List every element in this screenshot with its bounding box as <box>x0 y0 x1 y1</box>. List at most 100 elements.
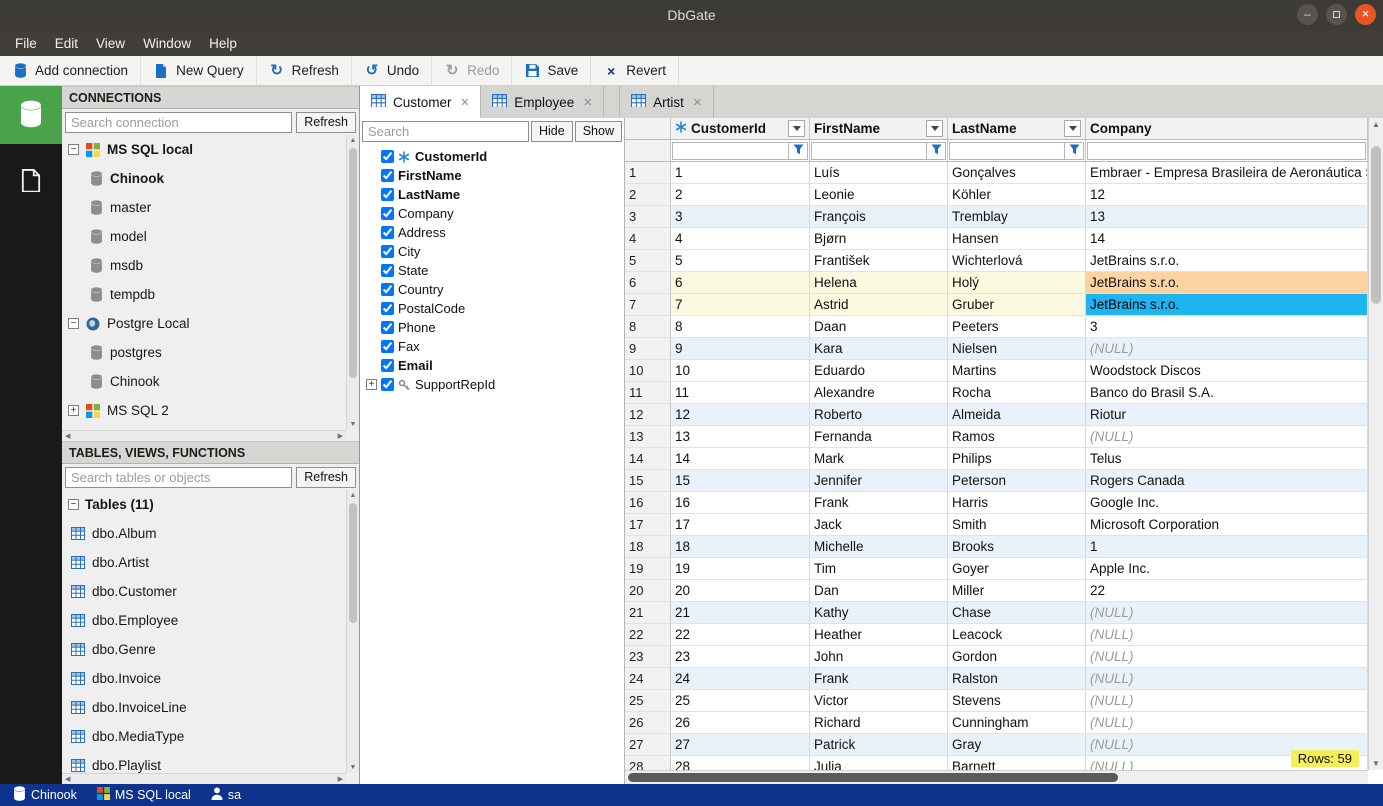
connection-item-ms-sql-2[interactable]: + MS SQL 2 <box>62 396 346 425</box>
scroll-left-icon[interactable]: ◀ <box>65 432 70 440</box>
table-item-dbo-artist[interactable]: dbo.Artist <box>62 548 346 577</box>
grid-cell[interactable]: 22 <box>1086 580 1368 601</box>
toolbar-new-query-button[interactable]: New Query <box>141 56 257 85</box>
grid-cell[interactable]: Leacock <box>948 624 1086 645</box>
grid-cell[interactable]: 8 <box>671 316 810 337</box>
scroll-right-icon[interactable]: ▶ <box>338 432 343 440</box>
grid-cell[interactable]: 10 <box>671 360 810 381</box>
grid-cell[interactable]: 4 <box>671 228 810 249</box>
grid-column-header-company[interactable]: Company <box>1086 118 1368 139</box>
grid-cell[interactable]: Wichterlová <box>948 250 1086 271</box>
grid-cell[interactable]: Smith <box>948 514 1086 535</box>
menu-edit[interactable]: Edit <box>46 33 87 54</box>
grid-cell[interactable]: JetBrains s.r.o. <box>1086 294 1368 315</box>
row-number[interactable]: 4 <box>625 228 671 249</box>
statusbar-ms-sql-local[interactable]: MS SQL local <box>88 787 200 803</box>
grid-cell[interactable]: Jack <box>810 514 948 535</box>
grid-cell[interactable]: JetBrains s.r.o. <box>1086 250 1368 271</box>
grid-cell[interactable]: František <box>810 250 948 271</box>
grid-cell[interactable]: Köhler <box>948 184 1086 205</box>
connection-item-chinook[interactable]: Chinook <box>62 164 346 193</box>
grid-cell[interactable]: (NULL) <box>1086 426 1368 447</box>
row-number[interactable]: 28 <box>625 756 671 770</box>
scrollbar-thumb[interactable] <box>349 148 357 378</box>
grid-cell[interactable]: Patrick <box>810 734 948 755</box>
grid-cell[interactable]: Hansen <box>948 228 1086 249</box>
scroll-down-icon[interactable]: ▼ <box>1372 759 1380 768</box>
grid-cell[interactable]: Roberto <box>810 404 948 425</box>
column-checkbox-country[interactable] <box>381 283 394 296</box>
column-item-lastname[interactable]: LastName <box>360 185 624 204</box>
grid-cell[interactable]: 1 <box>671 162 810 183</box>
grid-cell[interactable]: 14 <box>1086 228 1368 249</box>
tab-employee[interactable]: Employee × <box>481 86 605 118</box>
column-checkbox-email[interactable] <box>381 359 394 372</box>
row-number[interactable]: 19 <box>625 558 671 579</box>
filter-input-company[interactable] <box>1087 141 1366 160</box>
column-checkbox-postalcode[interactable] <box>381 302 394 315</box>
table-item-dbo-employee[interactable]: dbo.Employee <box>62 606 346 635</box>
scrollbar-thumb[interactable] <box>1371 146 1381 304</box>
column-checkbox-state[interactable] <box>381 264 394 277</box>
filter-input-lastname[interactable] <box>949 141 1065 160</box>
column-checkbox-phone[interactable] <box>381 321 394 334</box>
scrollbar-thumb[interactable] <box>628 773 1119 782</box>
filter-input-firstname[interactable] <box>811 141 927 160</box>
grid-cell[interactable]: Holý <box>948 272 1086 293</box>
row-number[interactable]: 24 <box>625 668 671 689</box>
column-menu-button[interactable] <box>1064 120 1081 137</box>
hide-column-button[interactable]: Hide <box>531 120 573 142</box>
grid-cell[interactable]: 2 <box>671 184 810 205</box>
collapse-icon[interactable]: − <box>68 144 79 155</box>
column-item-fax[interactable]: Fax <box>360 337 624 356</box>
scroll-up-icon[interactable]: ▲ <box>1372 120 1380 129</box>
column-item-email[interactable]: Email <box>360 356 624 375</box>
grid-cell[interactable]: 28 <box>671 756 810 770</box>
grid-cell[interactable]: Daan <box>810 316 948 337</box>
maximize-button[interactable] <box>1326 4 1347 25</box>
statusbar-sa[interactable]: sa <box>202 787 250 803</box>
connection-item-chinook[interactable]: Chinook <box>62 367 346 396</box>
scroll-up-icon[interactable]: ▲ <box>350 492 357 499</box>
table-item-dbo-playlist[interactable]: dbo.Playlist <box>62 751 346 773</box>
column-checkbox-fax[interactable] <box>381 340 394 353</box>
sidebar-connections-icon[interactable] <box>0 86 62 144</box>
table-item-dbo-album[interactable]: dbo.Album <box>62 519 346 548</box>
row-number[interactable]: 20 <box>625 580 671 601</box>
grid-cell[interactable]: 16 <box>671 492 810 513</box>
tables-horizontal-scrollbar[interactable]: ◀ ▶ <box>62 773 346 784</box>
column-checkbox-customerid[interactable] <box>381 150 394 163</box>
connections-search-input[interactable] <box>65 111 293 133</box>
grid-cell[interactable]: Riotur <box>1086 404 1368 425</box>
row-number[interactable]: 18 <box>625 536 671 557</box>
grid-cell[interactable]: 26 <box>671 712 810 733</box>
grid-cell[interactable]: Dan <box>810 580 948 601</box>
grid-cell[interactable]: Victor <box>810 690 948 711</box>
column-checkbox-address[interactable] <box>381 226 394 239</box>
statusbar-chinook[interactable]: Chinook <box>4 786 86 804</box>
table-item-dbo-mediatype[interactable]: dbo.MediaType <box>62 722 346 751</box>
grid-cell[interactable]: 3 <box>671 206 810 227</box>
tab-customer[interactable]: Customer × <box>360 86 482 118</box>
row-number[interactable]: 13 <box>625 426 671 447</box>
row-number[interactable]: 8 <box>625 316 671 337</box>
grid-cell[interactable]: 12 <box>1086 184 1368 205</box>
grid-cell[interactable]: 23 <box>671 646 810 667</box>
grid-cell[interactable]: Tim <box>810 558 948 579</box>
grid-cell[interactable]: (NULL) <box>1086 712 1368 733</box>
collapse-icon[interactable]: − <box>68 499 79 510</box>
grid-cell[interactable]: Almeida <box>948 404 1086 425</box>
row-number[interactable]: 14 <box>625 448 671 469</box>
grid-cell[interactable]: Gordon <box>948 646 1086 667</box>
row-number[interactable]: 9 <box>625 338 671 359</box>
filter-input-customerid[interactable] <box>672 141 789 160</box>
menu-file[interactable]: File <box>6 33 46 54</box>
grid-cell[interactable]: Miller <box>948 580 1086 601</box>
toolbar-save-button[interactable]: Save <box>512 56 592 85</box>
grid-cell[interactable]: (NULL) <box>1086 646 1368 667</box>
menu-window[interactable]: Window <box>134 33 200 54</box>
grid-cell[interactable]: Fernanda <box>810 426 948 447</box>
row-number[interactable]: 12 <box>625 404 671 425</box>
grid-cell[interactable]: Nielsen <box>948 338 1086 359</box>
grid-cell[interactable]: 20 <box>671 580 810 601</box>
